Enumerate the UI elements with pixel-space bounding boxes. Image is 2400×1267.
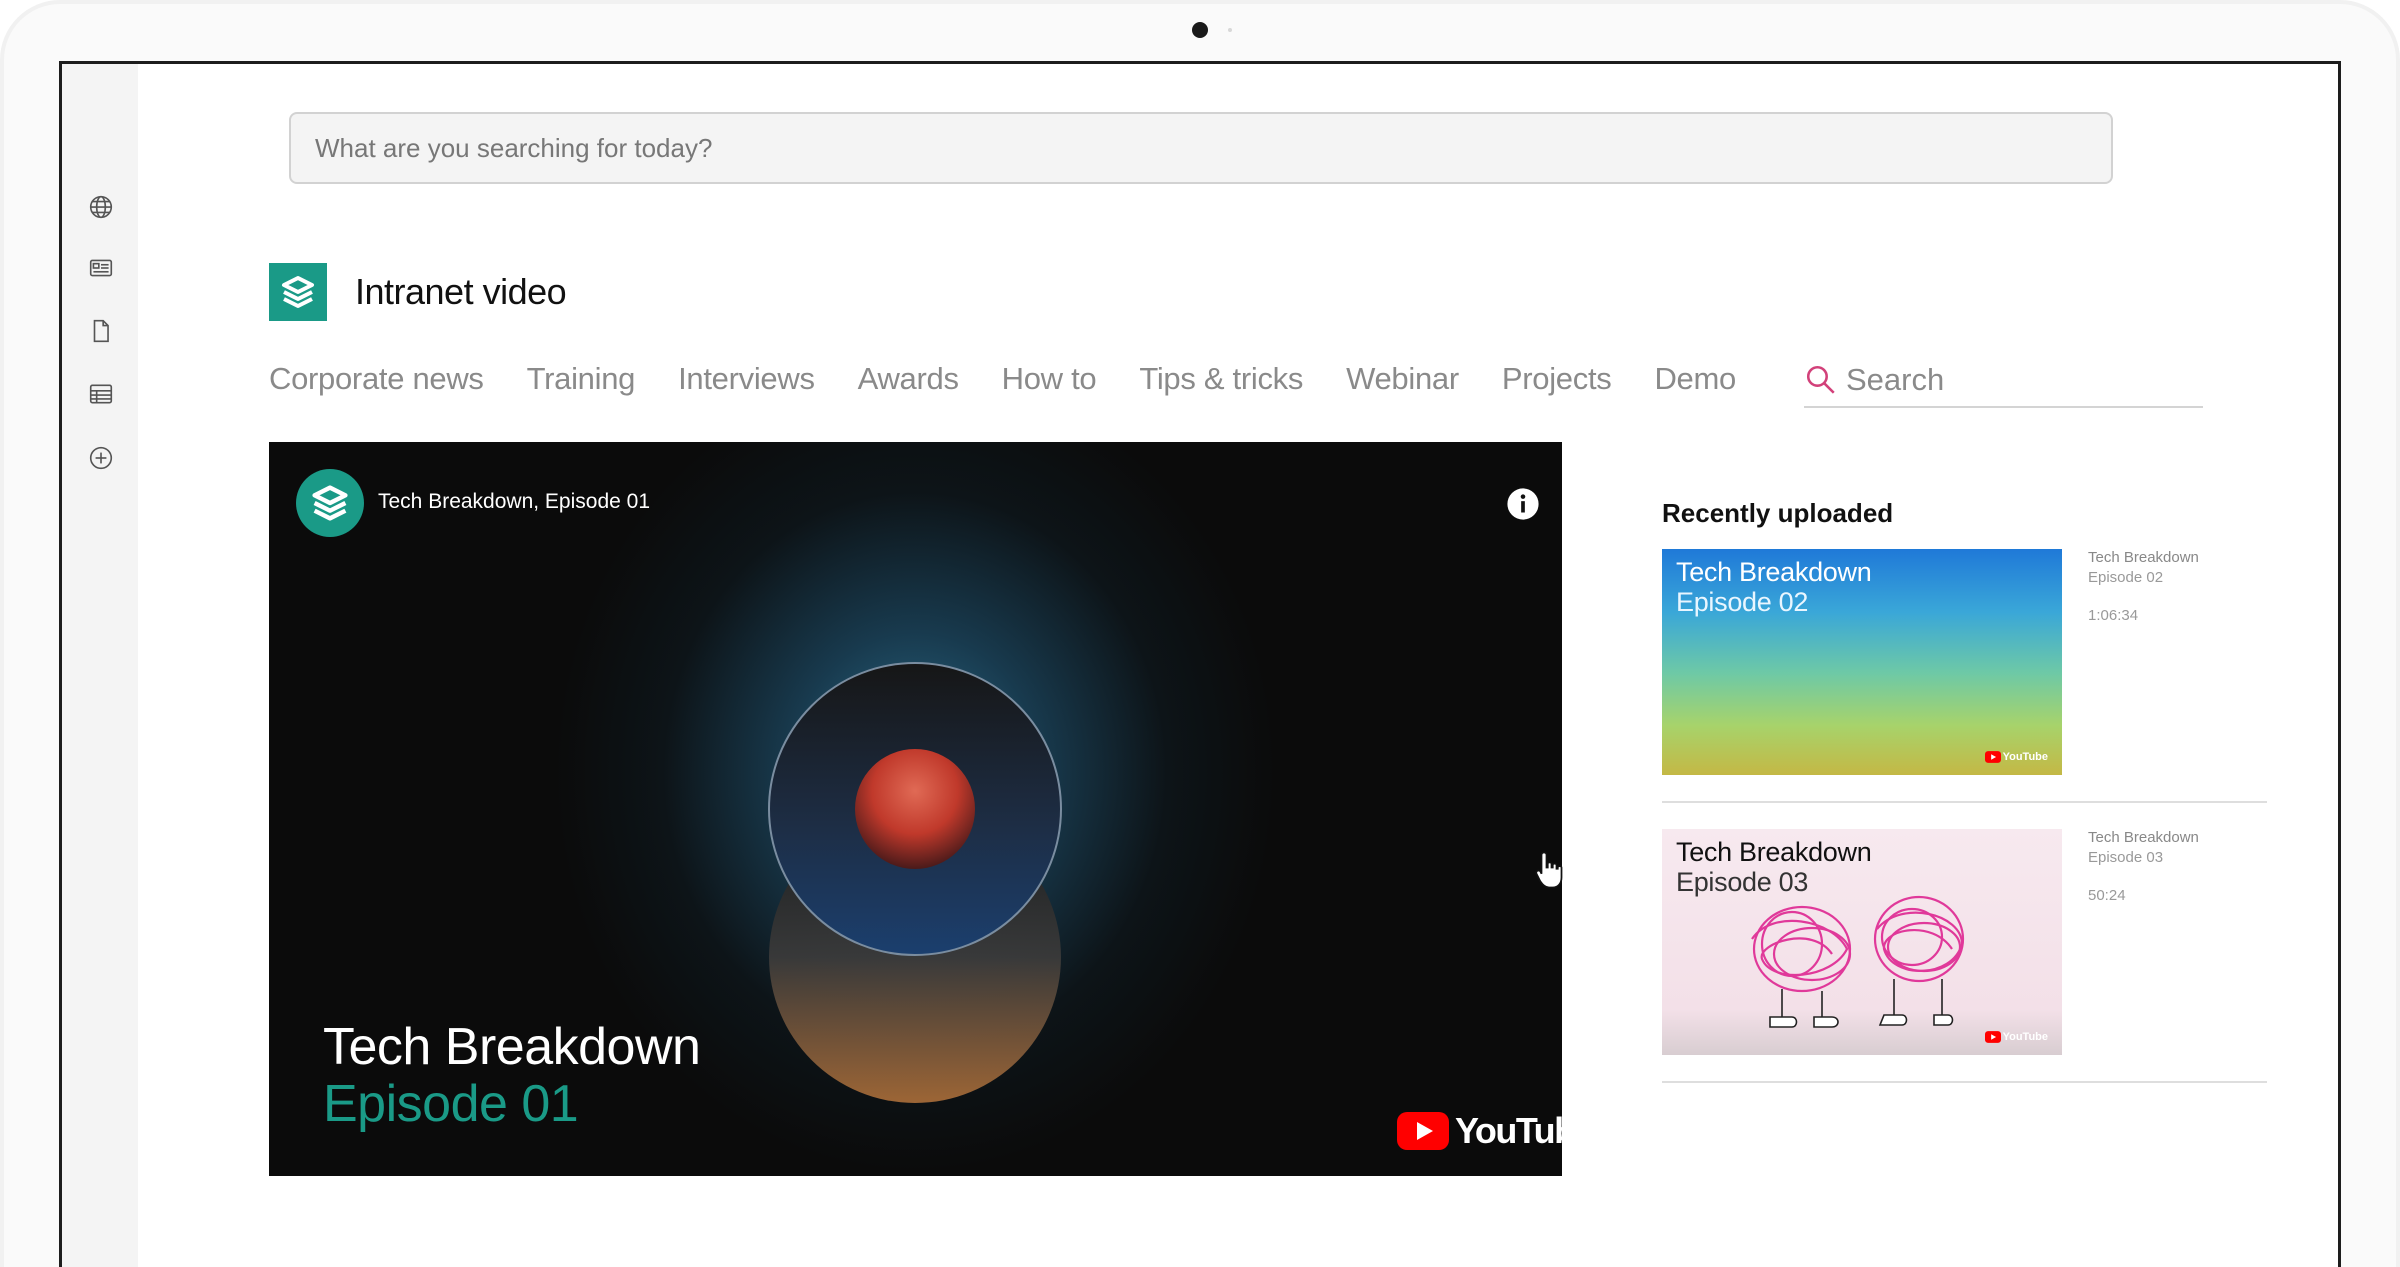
card-title[interactable]: Tech Breakdown — [2088, 829, 2199, 846]
video-thumbnail[interactable]: Tech Breakdown Episode 03 YouTube — [1662, 829, 2062, 1055]
card-episode: Episode 03 — [2088, 849, 2164, 866]
youtube-label: YouTube — [1455, 1110, 1562, 1151]
recent-heading: Recently uploaded — [1662, 498, 1894, 528]
document-icon[interactable] — [88, 318, 114, 344]
nav-item-interviews[interactable]: Interviews — [678, 361, 815, 397]
nav-search-input[interactable]: Search — [1804, 354, 2203, 408]
thumbnail-title: Tech Breakdown Episode 02 — [1676, 557, 1872, 617]
card-title[interactable]: Tech Breakdown — [2088, 549, 2199, 566]
youtube-badge: YouTube — [1984, 751, 2048, 763]
channel-avatar-icon[interactable] — [296, 469, 364, 537]
youtube-badge: YouTube — [1984, 1031, 2048, 1043]
nav-search-label: Search — [1846, 362, 1945, 397]
nav-item-how-to[interactable]: How to — [1002, 361, 1097, 397]
youtube-play-icon — [1984, 751, 2001, 763]
nav-item-webinar[interactable]: Webinar — [1346, 361, 1459, 397]
nav-item-projects[interactable]: Projects — [1502, 361, 1612, 397]
video-thumbnail[interactable]: Tech Breakdown Episode 02 YouTube — [1662, 549, 2062, 775]
youtube-play-icon — [1984, 1031, 2001, 1043]
laptop-frame: What are you searching for today? Intran… — [0, 0, 2400, 1267]
left-rail — [62, 64, 138, 1267]
hand-cursor-icon — [1534, 850, 1564, 890]
card-episode: Episode 02 — [2088, 569, 2164, 586]
news-icon[interactable] — [88, 255, 114, 281]
search-icon — [1806, 365, 1835, 394]
thumbnail-title: Tech Breakdown Episode 03 — [1676, 837, 1872, 897]
video-episode-subtitle: Episode 01 — [323, 1075, 579, 1133]
webcam-indicator — [1228, 28, 1232, 32]
stack-logo-icon — [269, 263, 327, 321]
youtube-badge-label: YouTube — [2002, 751, 2048, 763]
youtube-logo[interactable]: YouTube — [1397, 1110, 1562, 1152]
table-icon[interactable] — [88, 381, 114, 407]
screen: What are you searching for today? Intran… — [59, 61, 2341, 1267]
search-input[interactable]: What are you searching for today? — [289, 112, 2113, 184]
youtube-badge-label: YouTube — [2002, 1031, 2048, 1043]
webcam — [1192, 22, 1208, 38]
info-icon[interactable] — [1506, 487, 1540, 521]
video-episode-title: Tech Breakdown — [323, 1018, 701, 1076]
category-nav: Corporate news Training Interviews Award… — [269, 354, 1779, 404]
nav-item-demo[interactable]: Demo — [1654, 361, 1736, 397]
page-title: Intranet video — [355, 271, 567, 312]
card-duration: 1:06:34 — [2088, 607, 2139, 624]
nav-item-awards[interactable]: Awards — [858, 361, 959, 397]
nav-item-tips-tricks[interactable]: Tips & tricks — [1139, 361, 1303, 397]
card-duration: 50:24 — [2088, 887, 2126, 904]
video-player[interactable]: Tech Breakdown, Episode 01 Tech Breakdow… — [269, 442, 1562, 1176]
nav-item-corporate-news[interactable]: Corporate news — [269, 361, 484, 397]
youtube-play-icon — [1397, 1112, 1449, 1150]
video-card[interactable]: Tech Breakdown Episode 02 YouTube Tech B… — [1662, 549, 2267, 803]
globe-icon[interactable] — [88, 194, 114, 220]
add-circle-icon[interactable] — [88, 445, 114, 471]
brand-header: Intranet video — [269, 263, 567, 321]
video-channel-title[interactable]: Tech Breakdown, Episode 01 — [378, 490, 650, 514]
video-card[interactable]: Tech Breakdown Episode 03 YouTube Tech B… — [1662, 829, 2267, 1083]
nav-item-training[interactable]: Training — [527, 361, 636, 397]
